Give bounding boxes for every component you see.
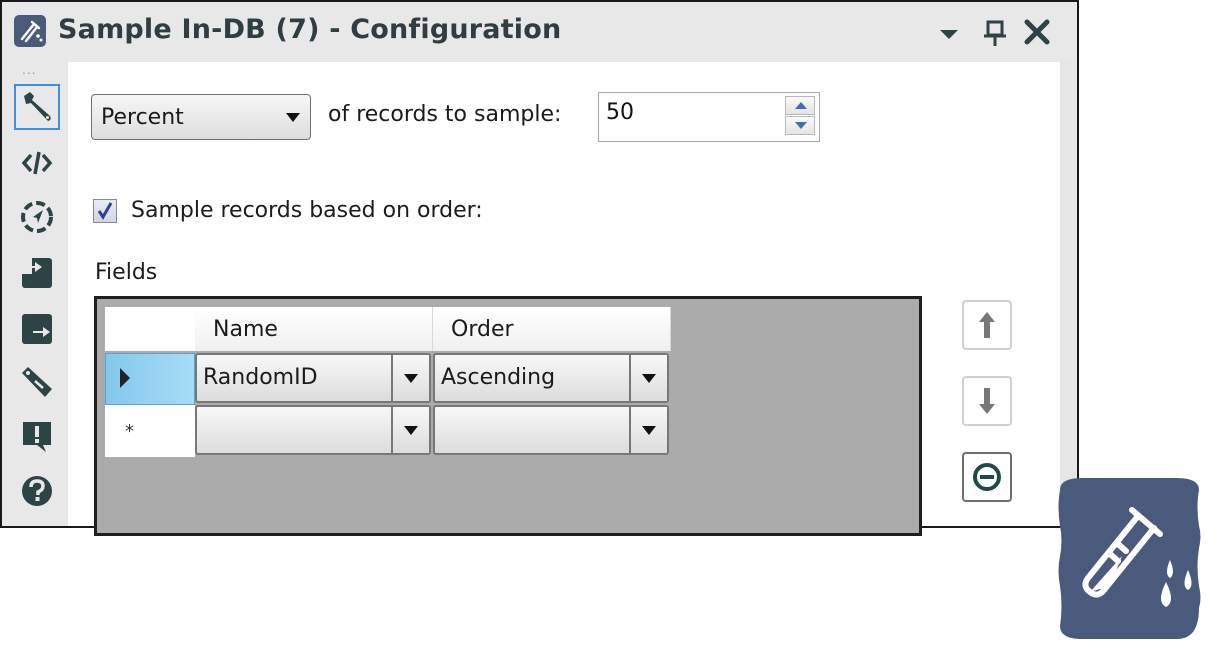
sidebar-item-configuration[interactable] bbox=[14, 84, 60, 130]
alert-icon bbox=[23, 422, 51, 452]
pin-icon bbox=[984, 20, 1006, 46]
compass-icon bbox=[21, 201, 53, 233]
sidebar-item-navigation[interactable] bbox=[14, 194, 60, 240]
help-icon bbox=[22, 476, 52, 506]
minus-circle-icon bbox=[973, 463, 1001, 491]
window-menu-button[interactable] bbox=[934, 18, 964, 48]
window-title: Sample In-DB (7) - Configuration bbox=[58, 14, 562, 45]
fields-label: Fields bbox=[95, 260, 158, 285]
overflow-dots: ... bbox=[22, 63, 37, 77]
row-header-current[interactable] bbox=[105, 353, 195, 405]
chevron-down-icon[interactable] bbox=[391, 355, 429, 401]
field-name-select[interactable]: RandomID bbox=[195, 353, 431, 403]
code-icon bbox=[21, 151, 53, 175]
move-up-button[interactable] bbox=[962, 300, 1012, 350]
sample-in-db-tool-icon bbox=[14, 15, 46, 47]
sidebar: ... bbox=[2, 62, 66, 526]
sidebar-item-help[interactable] bbox=[14, 468, 60, 514]
sidebar-item-annotation[interactable] bbox=[14, 360, 60, 406]
field-order-select[interactable]: Ascending bbox=[433, 353, 669, 403]
vertical-scrollbar[interactable] bbox=[1060, 62, 1074, 526]
close-icon bbox=[1024, 19, 1050, 45]
output-icon bbox=[22, 314, 52, 344]
grid-corner-header bbox=[105, 307, 195, 351]
title-bar: Sample In-DB (7) - Configuration bbox=[2, 2, 1077, 62]
new-row-indicator: * bbox=[125, 421, 134, 442]
chevron-down-icon[interactable] bbox=[629, 355, 667, 401]
sidebar-item-output[interactable] bbox=[14, 306, 60, 352]
sample-mode-select[interactable]: Percent bbox=[91, 94, 311, 140]
spinner-up-button[interactable] bbox=[785, 96, 815, 115]
chevron-down-icon[interactable] bbox=[391, 407, 429, 453]
sidebar-item-xml-view[interactable] bbox=[14, 140, 60, 186]
pin-button[interactable] bbox=[980, 18, 1010, 48]
current-row-arrow-icon bbox=[120, 368, 130, 388]
sample-in-db-large-icon bbox=[1052, 476, 1207, 641]
row-header-new[interactable]: * bbox=[105, 405, 195, 457]
column-header-order[interactable]: Order bbox=[433, 307, 671, 351]
sidebar-item-input[interactable] bbox=[14, 250, 60, 296]
spinner-down-button[interactable] bbox=[785, 116, 815, 135]
new-field-order-select[interactable] bbox=[433, 405, 669, 455]
arrow-up-icon bbox=[979, 312, 995, 338]
move-down-button[interactable] bbox=[962, 376, 1012, 426]
sidebar-item-errors[interactable] bbox=[14, 414, 60, 460]
chevron-down-icon[interactable] bbox=[629, 407, 667, 453]
order-checkbox-label: Sample records based on order: bbox=[131, 198, 483, 223]
column-header-name[interactable]: Name bbox=[195, 307, 433, 351]
fields-grid: Name Order RandomID Ascending * bbox=[94, 296, 922, 536]
field-name-value: RandomID bbox=[203, 365, 318, 390]
records-to-sample-input[interactable] bbox=[604, 99, 778, 126]
sample-mode-value: Percent bbox=[101, 105, 184, 130]
records-to-sample-label: of records to sample: bbox=[328, 102, 562, 127]
input-icon bbox=[22, 258, 52, 288]
arrow-down-icon bbox=[979, 388, 995, 414]
order-checkbox[interactable] bbox=[93, 199, 117, 223]
wrench-icon bbox=[24, 92, 51, 121]
checkmark-icon bbox=[97, 202, 113, 220]
remove-field-button[interactable] bbox=[962, 452, 1012, 502]
new-field-name-select[interactable] bbox=[195, 405, 431, 455]
close-button[interactable] bbox=[1022, 18, 1052, 48]
field-order-value: Ascending bbox=[441, 365, 556, 390]
records-to-sample-spinner[interactable] bbox=[598, 92, 820, 142]
chevron-down-icon bbox=[286, 113, 300, 122]
tag-icon bbox=[22, 367, 52, 397]
